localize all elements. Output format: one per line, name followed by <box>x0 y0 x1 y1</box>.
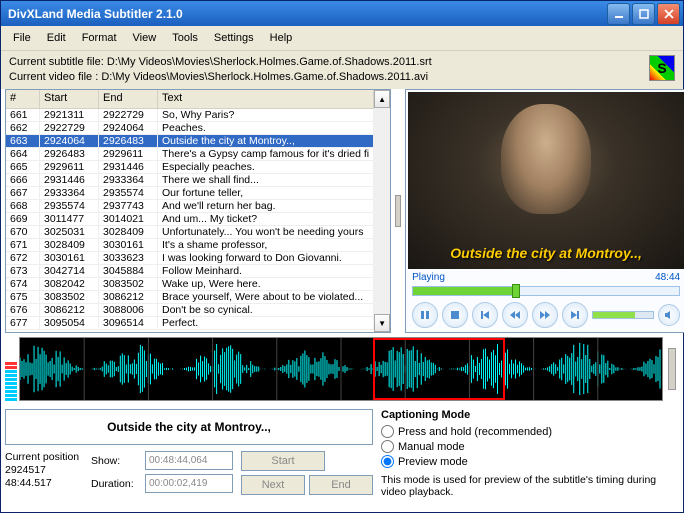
scroll-up-icon[interactable]: ▲ <box>374 90 390 108</box>
seek-thumb[interactable] <box>512 284 520 298</box>
mute-button[interactable] <box>658 304 680 326</box>
table-row[interactable]: 66329240642926483Outside the city at Mon… <box>6 135 374 148</box>
rewind-button[interactable] <box>502 302 528 328</box>
col-end[interactable]: End <box>99 90 158 108</box>
table-row[interactable]: 66129213112922729So, Why Paris? <box>6 109 374 122</box>
position-time: 48:44.517 <box>5 477 85 490</box>
player-controls <box>406 298 684 332</box>
position-label: Current position <box>5 451 85 464</box>
play-status: Playing 48:44 <box>406 271 684 284</box>
duration-label: Duration: <box>91 478 141 490</box>
capmode-title: Captioning Mode <box>381 409 679 421</box>
video-panel: Outside the city at Montroy.., Playing 4… <box>405 89 684 333</box>
scroll-down-icon[interactable]: ▼ <box>374 314 390 332</box>
video-file-path: D:\My Videos\Movies\Sherlock.Holmes.Game… <box>101 71 428 83</box>
menu-file[interactable]: File <box>5 30 39 46</box>
menu-view[interactable]: View <box>125 30 165 46</box>
app-logo: S <box>649 55 675 81</box>
table-row[interactable]: 66829355742937743And we'll return her ba… <box>6 200 374 213</box>
play-state: Playing <box>412 272 445 283</box>
table-row[interactable]: 67230301613033623I was looking forward t… <box>6 252 374 265</box>
video-display[interactable]: Outside the city at Montroy.., <box>408 92 684 269</box>
maximize-button[interactable] <box>632 3 655 25</box>
volume-slider[interactable] <box>592 311 654 319</box>
app-window: DivXLand Media Subtitler 2.1.0 File Edit… <box>0 0 684 513</box>
play-pause-button[interactable] <box>412 302 438 328</box>
play-time: 48:44 <box>655 272 680 283</box>
menu-edit[interactable]: Edit <box>39 30 74 46</box>
menu-tools[interactable]: Tools <box>164 30 206 46</box>
start-button[interactable]: Start <box>241 451 325 471</box>
video-frame <box>408 92 684 269</box>
prev-button[interactable] <box>472 302 498 328</box>
table-row[interactable]: 66529296112931446Especially peaches. <box>6 161 374 174</box>
waveform-area <box>5 337 679 401</box>
waveform-zoom[interactable] <box>665 337 679 401</box>
titlebar: DivXLand Media Subtitler 2.1.0 <box>1 1 683 26</box>
col-number[interactable]: # <box>6 90 40 108</box>
menu-settings[interactable]: Settings <box>206 30 262 46</box>
table-row[interactable]: 67730950543096514Perfect. <box>6 317 374 330</box>
close-button[interactable] <box>657 3 680 25</box>
show-label: Show: <box>91 455 141 467</box>
level-meter <box>5 337 17 401</box>
table-row[interactable]: 66729333642935574Our fortune teller, <box>6 187 374 200</box>
col-text[interactable]: Text <box>158 90 374 108</box>
mode-manual[interactable]: Manual mode <box>381 440 679 453</box>
duration-input[interactable] <box>145 474 233 493</box>
table-row[interactable]: 66229227292924064Peaches. <box>6 122 374 135</box>
next-sub-button[interactable]: Next <box>241 475 305 495</box>
table-rows: 66129213112922729So, Why Paris?662292272… <box>6 109 374 330</box>
timing-panel: Current position 2924517 48:44.517 Show:… <box>5 451 373 495</box>
menu-format[interactable]: Format <box>74 30 125 46</box>
mode-press-hold[interactable]: Press and hold (recommended) <box>381 425 679 438</box>
waveform[interactable] <box>19 337 663 401</box>
table-row[interactable]: 66629314462933364There we shall find... <box>6 174 374 187</box>
stop-button[interactable] <box>442 302 468 328</box>
table-row[interactable]: 67530835023086212Brace yourself, Were ab… <box>6 291 374 304</box>
video-file-label: Current video file : <box>9 71 98 83</box>
table-row[interactable]: 67430820423083502Wake up, Were here. <box>6 278 374 291</box>
captioning-mode-panel: Captioning Mode Press and hold (recommen… <box>381 409 679 498</box>
capmode-description: This mode is used for preview of the sub… <box>381 474 679 498</box>
splitter[interactable] <box>395 89 401 333</box>
table-row[interactable]: 66930114773014021And um... My ticket? <box>6 213 374 226</box>
subtitle-table[interactable]: # Start End Text 66129213112922729So, Wh… <box>5 89 391 333</box>
table-row[interactable]: 67330427143045884Follow Meinhard. <box>6 265 374 278</box>
table-row[interactable]: 67030250313028409Unfortunately... You wo… <box>6 226 374 239</box>
table-row[interactable]: 66429264832929611There's a Gypsy camp fa… <box>6 148 374 161</box>
subtitle-overlay: Outside the city at Montroy.., <box>408 245 684 261</box>
waveform-selection[interactable] <box>373 338 505 400</box>
forward-button[interactable] <box>532 302 558 328</box>
end-button[interactable]: End <box>309 475 373 495</box>
window-title: DivXLand Media Subtitler 2.1.0 <box>4 7 605 21</box>
show-input[interactable] <box>145 451 233 470</box>
next-button[interactable] <box>562 302 588 328</box>
subtitle-preview: Outside the city at Montroy.., <box>5 409 373 445</box>
table-header: # Start End Text <box>6 90 374 109</box>
subtitle-file-label: Current subtitle file: <box>9 56 104 68</box>
mode-preview[interactable]: Preview mode <box>381 455 679 468</box>
menu-help[interactable]: Help <box>262 30 301 46</box>
table-row[interactable]: 67130284093030161It's a shame professor, <box>6 239 374 252</box>
subtitle-file-path: D:\My Videos\Movies\Sherlock.Holmes.Game… <box>107 56 432 68</box>
file-info: Current subtitle file: D:\My Videos\Movi… <box>1 51 683 89</box>
seek-bar[interactable] <box>412 286 680 296</box>
col-start[interactable]: Start <box>40 90 99 108</box>
position-frame: 2924517 <box>5 464 85 477</box>
minimize-button[interactable] <box>607 3 630 25</box>
menu-bar: File Edit Format View Tools Settings Hel… <box>1 26 683 51</box>
preview-panel: Outside the city at Montroy.., Current p… <box>5 409 373 498</box>
table-row[interactable]: 67630862123088006Don't be so cynical. <box>6 304 374 317</box>
table-scrollbar[interactable]: ▲ ▼ <box>374 90 390 332</box>
